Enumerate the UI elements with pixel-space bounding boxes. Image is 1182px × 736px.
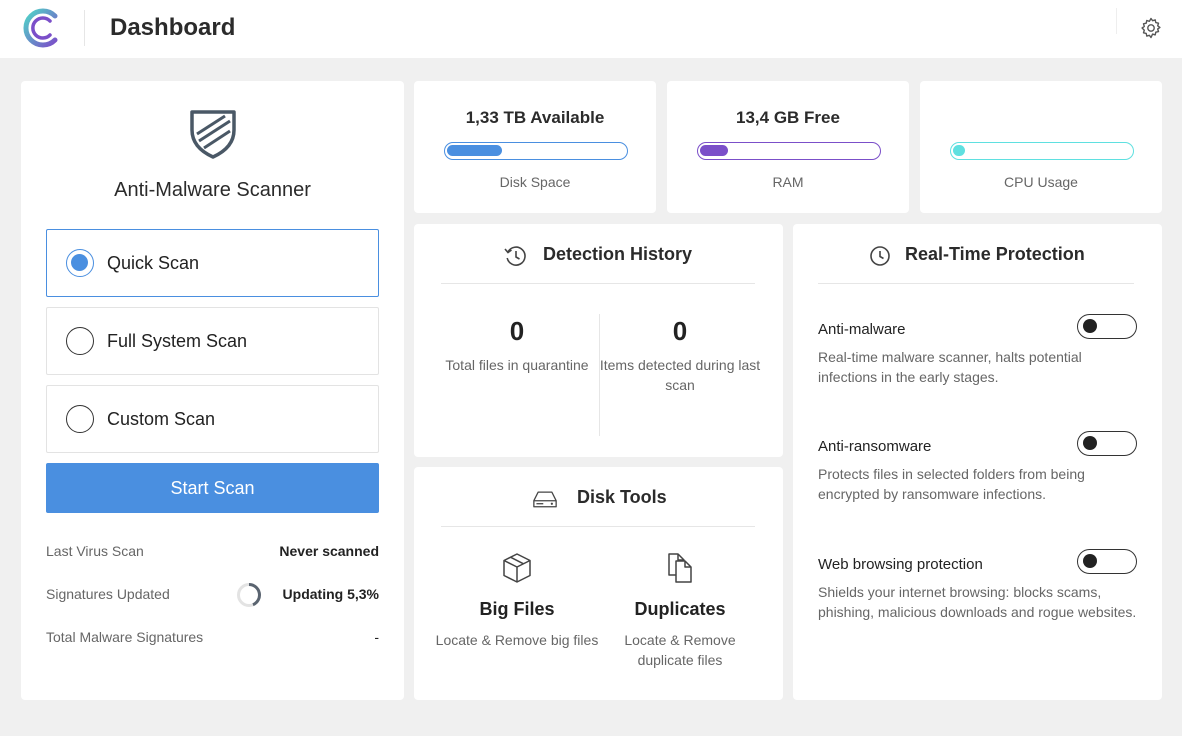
ram-bar: [697, 142, 881, 160]
quick-scan-radio[interactable]: [66, 249, 94, 277]
signatures-updated-row: Signatures Updated Updating 5,3%: [46, 583, 379, 607]
signatures-updated-label: Signatures Updated: [46, 586, 170, 602]
start-scan-button[interactable]: Start Scan: [46, 463, 379, 513]
history-clock-icon: [504, 246, 526, 266]
anti-malware-toggle[interactable]: [1077, 314, 1137, 339]
box-icon: [503, 553, 531, 583]
disk-space-value: 1,33 TB Available: [465, 108, 605, 127]
disk-tools-title: Disk Tools: [577, 487, 667, 507]
cpu-bar-fill: [953, 145, 965, 156]
last-scan-row: Last Virus Scan Never scanned: [46, 541, 379, 563]
full-system-scan-label: Full System Scan: [107, 331, 248, 351]
spinner-icon: [237, 583, 261, 607]
detection-history-header: Detection History: [441, 224, 755, 284]
custom-scan-option[interactable]: Custom Scan: [46, 385, 379, 453]
anti-ransomware-title: Anti-ransomware: [818, 438, 932, 455]
cpu-bar: [950, 142, 1134, 160]
ram-label: RAM: [772, 174, 804, 190]
detected-label: Items detected during last scan: [599, 357, 761, 393]
clock-icon: [870, 246, 890, 266]
disk-space-label: Disk Space: [499, 174, 571, 190]
disk-tools-card: Disk Tools Big Files Locate & Remove big…: [414, 467, 783, 700]
duplicates-desc: Locate & Remove duplicate files: [624, 632, 736, 668]
quick-scan-label: Quick Scan: [107, 253, 200, 273]
last-scan-label: Last Virus Scan: [46, 543, 144, 559]
disk-space-bar: [444, 142, 628, 160]
total-signatures-label: Total Malware Signatures: [46, 629, 204, 645]
disk-space-card: 1,33 TB Available Disk Space: [414, 81, 656, 213]
shield-icon: [190, 110, 236, 159]
last-scan-value: Never scanned: [279, 543, 379, 559]
page-title: Dashboard: [110, 14, 236, 41]
realtime-protection-title: Real-Time Protection: [905, 244, 1085, 264]
anti-ransomware-toggle[interactable]: [1077, 431, 1137, 456]
hard-drive-icon: [533, 491, 557, 508]
cpu-label: CPU Usage: [1004, 174, 1078, 190]
duplicates-title: Duplicates: [634, 599, 726, 619]
ram-card: 13,4 GB Free RAM: [667, 81, 909, 213]
detected-count: 0: [672, 316, 688, 346]
quarantine-label: Total files in quarantine: [445, 357, 589, 373]
detected-stat: 0 Items detected during last scan: [595, 316, 765, 395]
duplicates-tool[interactable]: Duplicates Locate & Remove duplicate fil…: [595, 551, 765, 670]
anti-ransomware-desc: Protects files in selected folders from …: [818, 466, 1085, 502]
ram-value: 13,4 GB Free: [736, 108, 840, 127]
scanner-title: Anti-Malware Scanner: [114, 179, 311, 201]
anti-malware-desc: Real-time malware scanner, halts potenti…: [818, 349, 1082, 385]
detection-history-card: Detection History 0 Total files in quara…: [414, 224, 783, 457]
web-protection-desc: Shields your internet browsing: blocks s…: [818, 584, 1137, 620]
custom-scan-radio[interactable]: [66, 405, 94, 433]
header-right-divider: [1116, 8, 1117, 34]
web-protection-title: Web browsing protection: [818, 556, 983, 573]
cpu-card: CPU Usage: [920, 81, 1162, 213]
full-system-scan-option[interactable]: Full System Scan: [46, 307, 379, 375]
disk-tools-header: Disk Tools: [441, 467, 755, 527]
ram-bar-fill: [700, 145, 728, 156]
big-files-tool[interactable]: Big Files Locate & Remove big files: [432, 551, 602, 650]
top-bar: Dashboard: [0, 0, 1182, 58]
scanner-card: Anti-Malware Scanner Quick Scan Full Sys…: [21, 81, 404, 700]
big-files-desc: Locate & Remove big files: [435, 632, 599, 648]
duplicate-files-icon: [668, 553, 692, 583]
disk-space-bar-fill: [447, 145, 502, 156]
signatures-updated-value: Updating 5,3%: [282, 586, 379, 602]
quarantine-stat: 0 Total files in quarantine: [432, 316, 602, 375]
anti-malware-title: Anti-malware: [818, 321, 906, 338]
total-signatures-row: Total Malware Signatures -: [46, 627, 379, 649]
full-system-scan-radio[interactable]: [66, 327, 94, 355]
big-files-title: Big Files: [479, 599, 555, 619]
custom-scan-label: Custom Scan: [107, 409, 216, 429]
header-divider: [84, 10, 85, 46]
gear-icon[interactable]: [1139, 16, 1163, 40]
quick-scan-option[interactable]: Quick Scan: [46, 229, 379, 297]
web-protection-toggle[interactable]: [1077, 549, 1137, 574]
app-logo-icon[interactable]: [21, 6, 61, 50]
quarantine-count: 0: [509, 316, 525, 346]
realtime-protection-card: Real-Time Protection Anti-malware Real-t…: [793, 224, 1162, 700]
realtime-protection-header: Real-Time Protection: [818, 224, 1134, 284]
detection-history-title: Detection History: [543, 244, 693, 264]
total-signatures-value: -: [374, 629, 379, 645]
